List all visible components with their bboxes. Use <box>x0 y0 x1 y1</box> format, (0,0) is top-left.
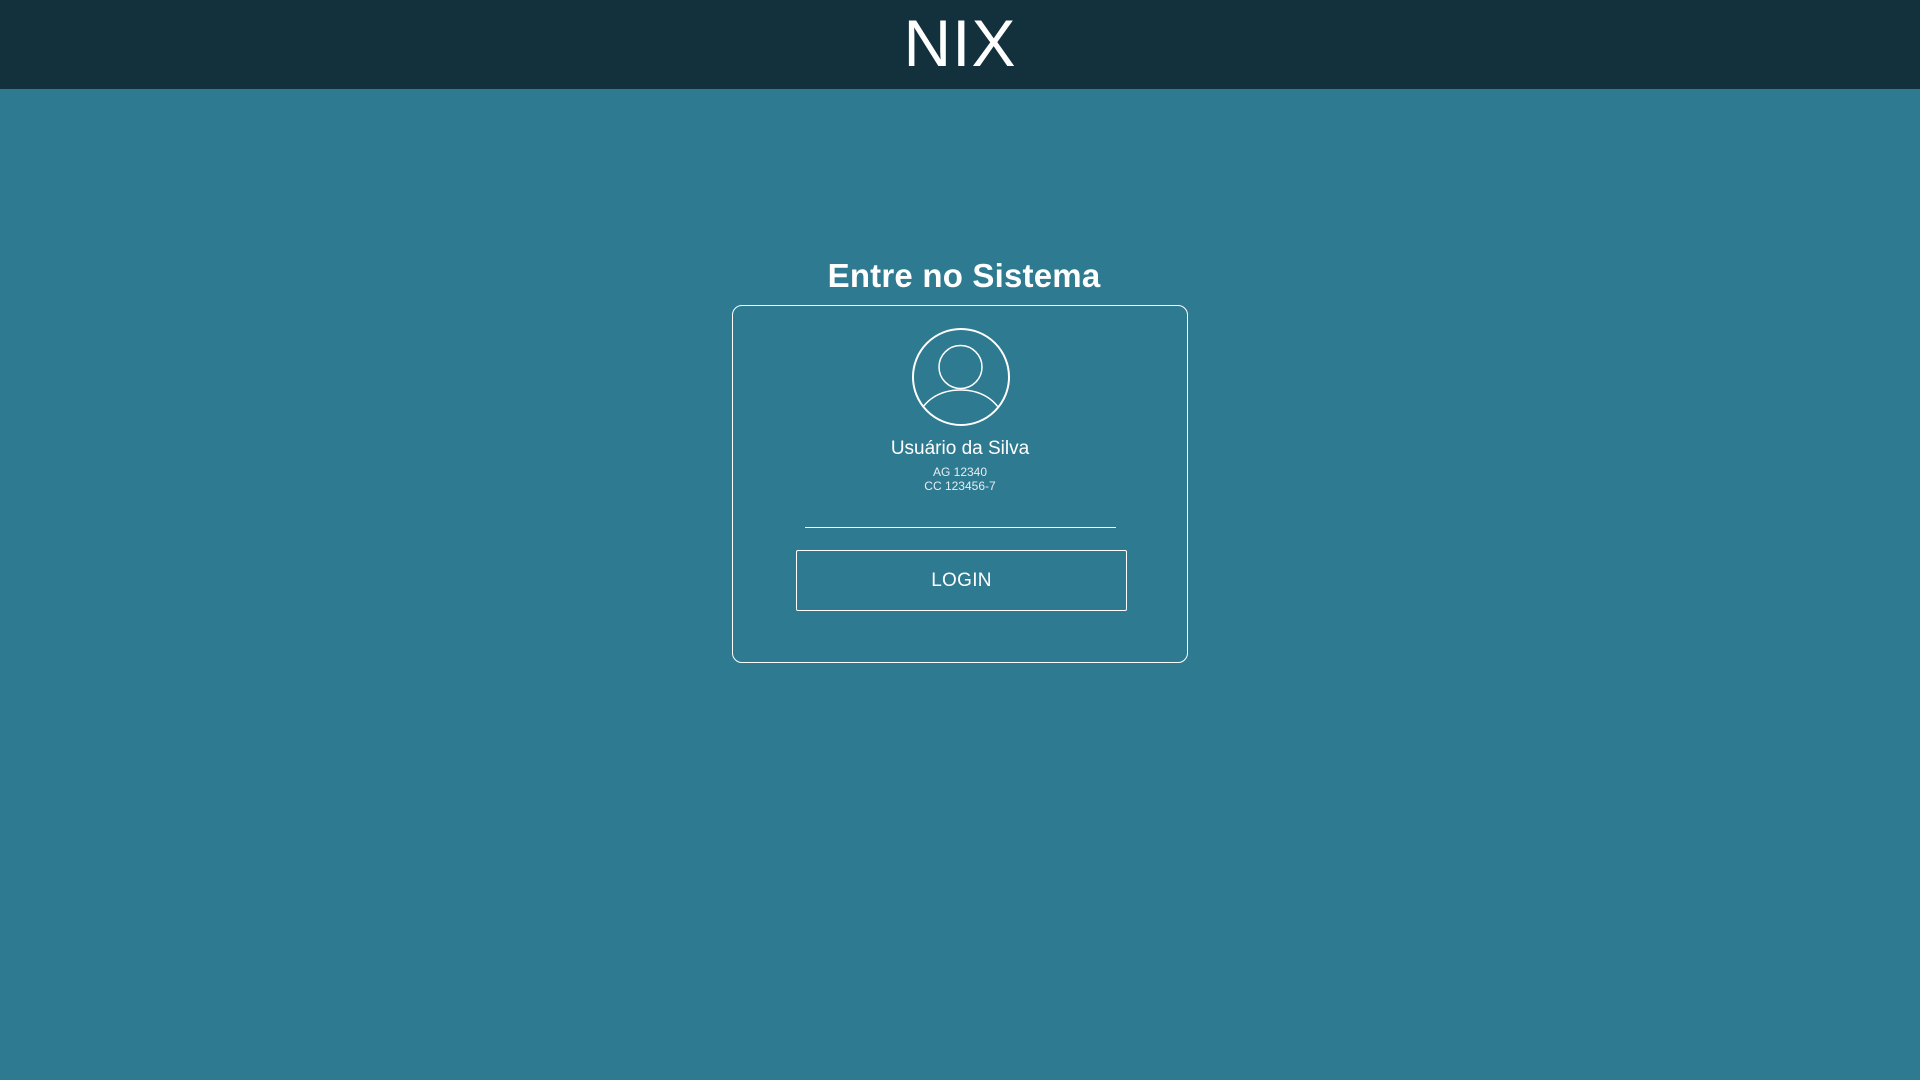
login-button[interactable]: LOGIN <box>796 550 1127 611</box>
user-name: Usuário da Silva <box>890 438 1030 459</box>
top-bar: NIX <box>0 0 1920 89</box>
account-number: CC 123456-7 <box>924 479 996 493</box>
login-card: Usuário da Silva AG 12340 CC 123456-7 LO… <box>732 305 1188 663</box>
agency-number: AG 12340 <box>932 465 988 479</box>
password-input[interactable] <box>805 502 1116 528</box>
brand-logo: NIX <box>903 5 1017 80</box>
user-avatar-icon <box>912 328 1010 426</box>
page-title: Entre no Sistema <box>827 257 1101 295</box>
